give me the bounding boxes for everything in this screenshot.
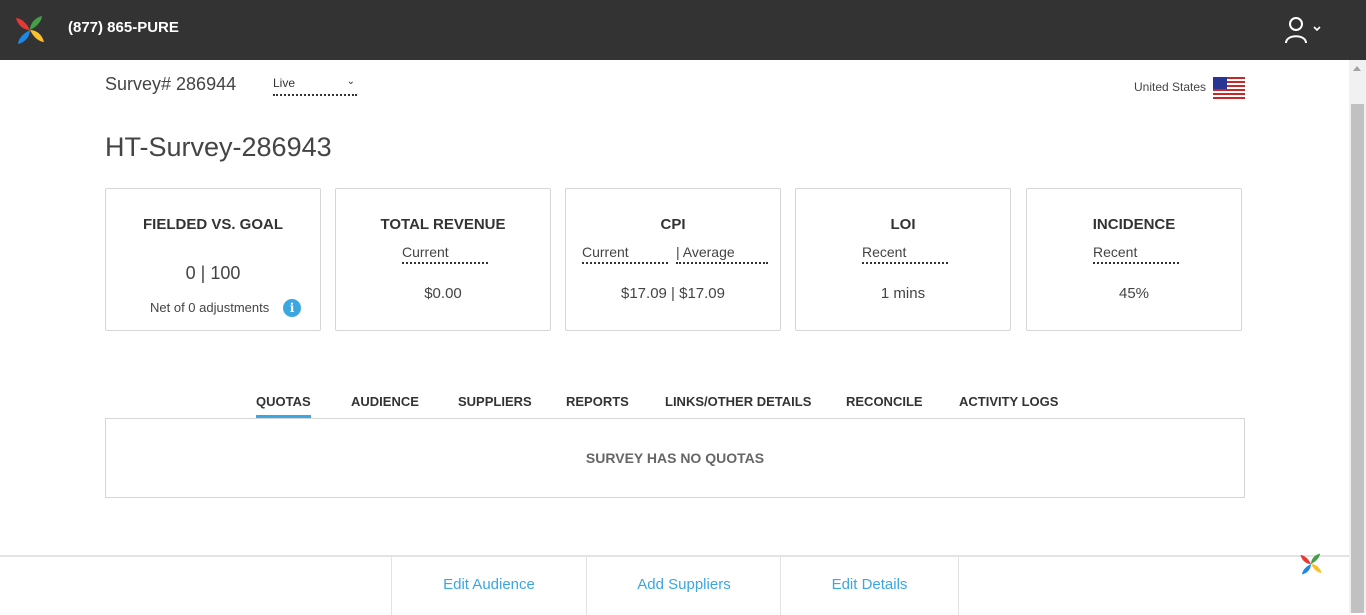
status-value: Live [273, 76, 296, 90]
survey-tabs: QUOTAS AUDIENCE SUPPLIERS REPORTS LINKS/… [0, 394, 1366, 420]
pinwheel-logo-icon[interactable] [14, 14, 46, 46]
empty-quotas-message: SURVEY HAS NO QUOTAS [585, 450, 765, 466]
us-flag-icon [1213, 77, 1245, 101]
page-scrollbar[interactable] [1349, 60, 1366, 613]
incidence-value: 45% [1118, 285, 1150, 302]
loi-sub-label[interactable]: Recent [862, 244, 948, 264]
support-phone: (877) 865-PURE [68, 19, 179, 36]
revenue-value: $0.00 [424, 285, 462, 302]
loi-value: 1 mins [880, 285, 926, 302]
scroll-up-arrow-icon[interactable] [1353, 66, 1361, 71]
footer-action-bar: Edit Audience Add Suppliers Edit Details [0, 555, 1349, 615]
card-title: TOTAL REVENUE [380, 216, 506, 233]
revenue-sub-label[interactable]: Current [402, 244, 488, 264]
tab-reconcile[interactable]: RECONCILE [846, 394, 923, 415]
card-title: INCIDENCE [1092, 216, 1176, 233]
pinwheel-corner-logo-icon[interactable] [1299, 552, 1323, 576]
user-menu[interactable] [1284, 16, 1326, 44]
info-icon[interactable]: i [283, 299, 301, 317]
tab-reports[interactable]: REPORTS [566, 394, 629, 415]
cpi-current-label[interactable]: Current [582, 244, 668, 264]
survey-number: Survey# 286944 [105, 74, 237, 94]
fielded-value: 0 | 100 [185, 263, 241, 283]
chevron-down-icon: ⌄ [346, 76, 355, 87]
scrollbar-thumb[interactable] [1351, 104, 1364, 613]
top-navbar: (877) 865-PURE [0, 0, 1366, 60]
cpi-value: $17.09 | $17.09 [621, 285, 725, 302]
card-title: LOI [890, 216, 916, 233]
incidence-sub-label[interactable]: Recent [1093, 244, 1179, 264]
adjustments-note: Net of 0 adjustments [150, 300, 270, 315]
survey-title: HT-Survey-286943 [105, 132, 332, 162]
user-icon [1285, 17, 1321, 44]
incidence-card: INCIDENCE Recent 45% [1026, 188, 1242, 331]
status-dropdown[interactable]: Live ⌄ [273, 76, 357, 96]
edit-details-button[interactable]: Edit Details [780, 557, 959, 615]
tab-suppliers[interactable]: SUPPLIERS [458, 394, 532, 415]
country-label: United States [1134, 80, 1207, 94]
tab-audience[interactable]: AUDIENCE [351, 394, 419, 415]
tab-links-other-details[interactable]: LINKS/OTHER DETAILS [665, 394, 811, 415]
quotas-panel: SURVEY HAS NO QUOTAS [105, 418, 1245, 498]
cpi-average-label[interactable]: | Average [676, 244, 768, 264]
chevron-down-icon [1313, 26, 1321, 32]
card-title: CPI [660, 216, 686, 233]
edit-audience-button[interactable]: Edit Audience [391, 557, 586, 615]
tab-quotas[interactable]: QUOTAS [256, 394, 311, 418]
tab-activity-logs[interactable]: ACTIVITY LOGS [959, 394, 1058, 415]
add-suppliers-button[interactable]: Add Suppliers [586, 557, 781, 615]
fielded-vs-goal-card: FIELDED VS. GOAL 0 | 100 Net of 0 adjust… [105, 188, 321, 331]
card-title: FIELDED VS. GOAL [142, 216, 283, 233]
total-revenue-card: TOTAL REVENUE Current $0.00 [335, 188, 551, 331]
cpi-card: CPI Current | Average $17.09 | $17.09 [565, 188, 781, 331]
loi-card: LOI Recent 1 mins [795, 188, 1011, 331]
